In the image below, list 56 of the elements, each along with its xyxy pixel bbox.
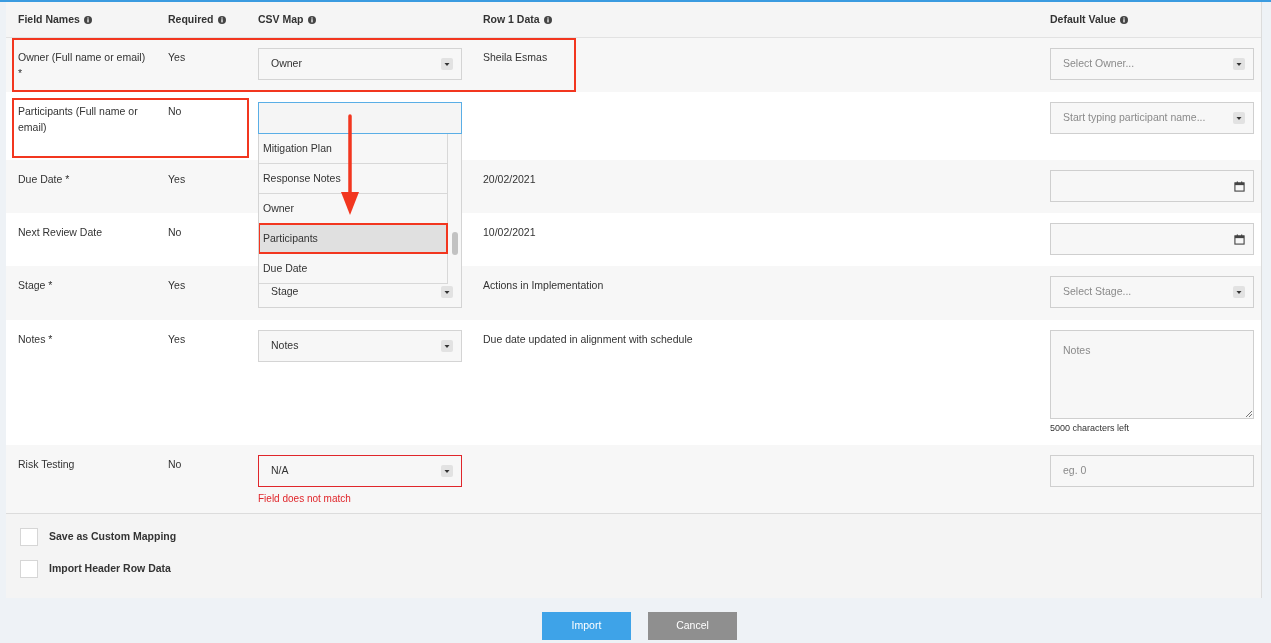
field-name: Owner (Full name or email) * (18, 51, 146, 79)
field-name: Due Date * (18, 173, 70, 185)
date-field[interactable] (1050, 170, 1254, 202)
character-counter: 5000 characters left (1050, 422, 1131, 435)
row-data: 20/02/2021 (483, 173, 536, 185)
field-name: Risk Testing (18, 458, 75, 470)
required-value: Yes (168, 51, 186, 63)
checkbox-label: Import Header Row Data (49, 561, 171, 577)
csv-map-select[interactable]: Owner (258, 48, 462, 80)
row-data: Sheila Esmas (483, 51, 548, 63)
scrollbar-thumb (452, 232, 458, 255)
row-data: Actions in Implementation (483, 279, 604, 291)
resize-handle-icon (1245, 410, 1252, 417)
error-message: Field does not match (258, 492, 352, 506)
required-value: Yes (168, 173, 186, 185)
dropdown-option[interactable]: Participants (259, 224, 448, 254)
info-icon (1119, 15, 1128, 24)
caret-icon (441, 286, 453, 298)
row-data: 10/02/2021 (483, 226, 536, 238)
info-icon (543, 15, 552, 24)
column-header: CSV Map (258, 11, 304, 27)
checkbox[interactable] (20, 528, 38, 546)
required-value: No (168, 105, 182, 117)
field-name: Notes * (18, 333, 53, 345)
column-header: Field Names (18, 11, 80, 27)
required-value: Yes (168, 333, 186, 345)
date-field[interactable] (1050, 223, 1254, 255)
column-header: Default Value (1050, 11, 1116, 27)
info-icon (217, 15, 226, 24)
caret-icon (1233, 112, 1245, 124)
row-data: Due date updated in alignment with schedule (483, 333, 693, 345)
csv-map-search-field[interactable] (258, 102, 462, 134)
caret-icon (441, 465, 453, 477)
column-header: Row 1 Data (483, 11, 540, 27)
caret-icon (1233, 58, 1245, 70)
field-name: Participants (Full name or email) (18, 105, 138, 133)
calendar-icon (1234, 180, 1245, 192)
calendar-icon (1234, 233, 1245, 245)
column-header: Required (168, 11, 214, 27)
dropdown-option[interactable]: Due Date (259, 254, 448, 284)
required-value: No (168, 458, 182, 470)
required-value: No (168, 226, 182, 238)
caret-icon (1233, 286, 1245, 298)
csv-map-select[interactable]: Notes (258, 330, 462, 362)
csv-map-select[interactable]: N/A (258, 455, 462, 487)
dropdown-option[interactable]: Mitigation Plan (259, 134, 448, 164)
caret-icon (441, 58, 453, 70)
dropdown-option[interactable]: Response Notes (259, 164, 448, 194)
info-icon (83, 15, 92, 24)
required-value: Yes (168, 279, 186, 291)
checkbox-label: Save as Custom Mapping (49, 529, 177, 545)
caret-icon (441, 340, 453, 352)
field-name: Stage * (18, 279, 53, 291)
info-icon (307, 15, 316, 24)
checkbox[interactable] (20, 560, 38, 578)
field-name: Next Review Date (18, 226, 103, 238)
